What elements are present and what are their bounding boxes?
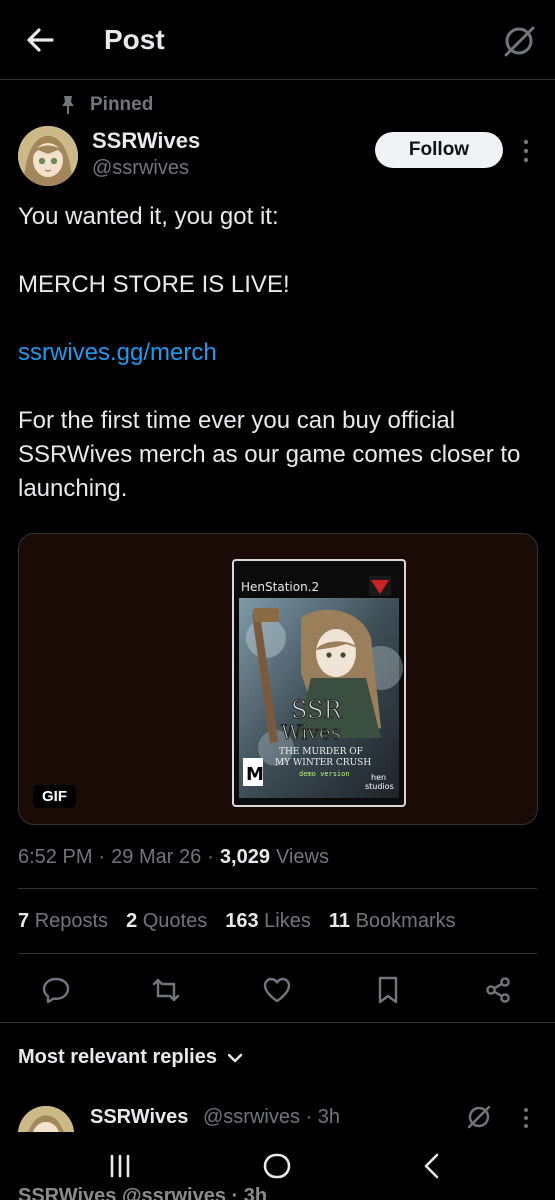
game-subtitle-2: MY WINTER CRUSH (275, 758, 371, 768)
post-text-line: You wanted it, you got it: (18, 203, 279, 230)
post-text: You wanted it, you got it: MERCH STORE I… (18, 200, 538, 506)
pinned-indicator: Pinned (60, 93, 153, 117)
gif-badge: GIF (33, 785, 76, 808)
replies-sort-label: Most relevant replies (18, 1046, 217, 1068)
chevron-down-icon (227, 1053, 243, 1062)
bookmarks-stat[interactable]: 11 Bookmarks (329, 910, 456, 933)
pinned-label: Pinned (90, 94, 154, 115)
post-timestamp: 6:52 PM · 29 Mar 26 · 3,029 Views (18, 846, 329, 868)
page-title: Post (104, 24, 165, 55)
bookmark-icon[interactable] (372, 974, 404, 1006)
game-title-line2: Wives (281, 720, 341, 744)
divider (18, 888, 537, 889)
post-time: 6:52 PM (18, 846, 93, 868)
divider (18, 953, 537, 954)
more-icon[interactable] (520, 1107, 532, 1129)
like-icon[interactable] (261, 974, 293, 1006)
share-icon[interactable] (482, 974, 514, 1006)
likes-stat[interactable]: 163 Likes (225, 910, 311, 933)
section-divider (0, 1022, 555, 1023)
top-bar: Post (0, 0, 555, 80)
studio-label-2: studios (365, 782, 394, 791)
views-label: Views (275, 846, 329, 868)
post-date: 29 Mar 26 (111, 846, 202, 868)
game-subtitle-1: THE MURDER OF (279, 747, 363, 757)
reply-author-meta: @ssrwives · 3h (203, 1106, 341, 1128)
merch-link[interactable]: ssrwives.gg/merch (18, 339, 217, 366)
author-name[interactable]: SSRWives (92, 128, 200, 154)
repost-icon[interactable] (150, 974, 182, 1006)
reply-icon[interactable] (40, 974, 72, 1006)
post-text-line: For the first time ever you can buy offi… (18, 407, 521, 502)
more-icon[interactable] (518, 138, 534, 164)
back-nav-icon[interactable] (412, 1146, 452, 1186)
reply-time: 3h (317, 1106, 341, 1128)
demo-label: demo version (299, 770, 350, 778)
next-reply-peek: SSRWives @ssrwives · 3h (18, 1185, 268, 1200)
grok-icon[interactable] (500, 22, 538, 60)
post-text-line: MERCH STORE IS LIVE! (18, 271, 290, 298)
back-arrow-icon[interactable] (22, 22, 58, 58)
replies-sort-dropdown[interactable]: Most relevant replies (18, 1046, 243, 1069)
post-media-gif[interactable]: HenStation.2 SSR Wives THE MURDER OF MY … (18, 533, 538, 825)
grok-icon[interactable] (465, 1103, 493, 1131)
studio-label-1: hen (371, 773, 386, 782)
views-count: 3,029 (219, 846, 270, 868)
game-box-art: HenStation.2 SSR Wives THE MURDER OF MY … (232, 559, 406, 807)
reposts-stat[interactable]: 7 Reposts (18, 910, 108, 933)
engagement-stats: 7 Reposts 2 Quotes 163 Likes 11 Bookmark… (18, 910, 456, 933)
author-handle[interactable]: @ssrwives (92, 157, 189, 180)
action-bar (0, 968, 555, 1012)
rating-label: M (246, 764, 264, 785)
pin-icon (62, 96, 74, 114)
avatar[interactable] (18, 126, 78, 186)
quotes-stat[interactable]: 2 Quotes (126, 910, 207, 933)
console-label: HenStation.2 (241, 580, 319, 594)
reply-author-handle[interactable]: @ssrwives (203, 1106, 300, 1128)
follow-button[interactable]: Follow (375, 132, 503, 168)
home-icon[interactable] (257, 1146, 297, 1186)
recent-apps-icon[interactable] (100, 1146, 140, 1186)
reply-author-name[interactable]: SSRWives (90, 1106, 188, 1129)
